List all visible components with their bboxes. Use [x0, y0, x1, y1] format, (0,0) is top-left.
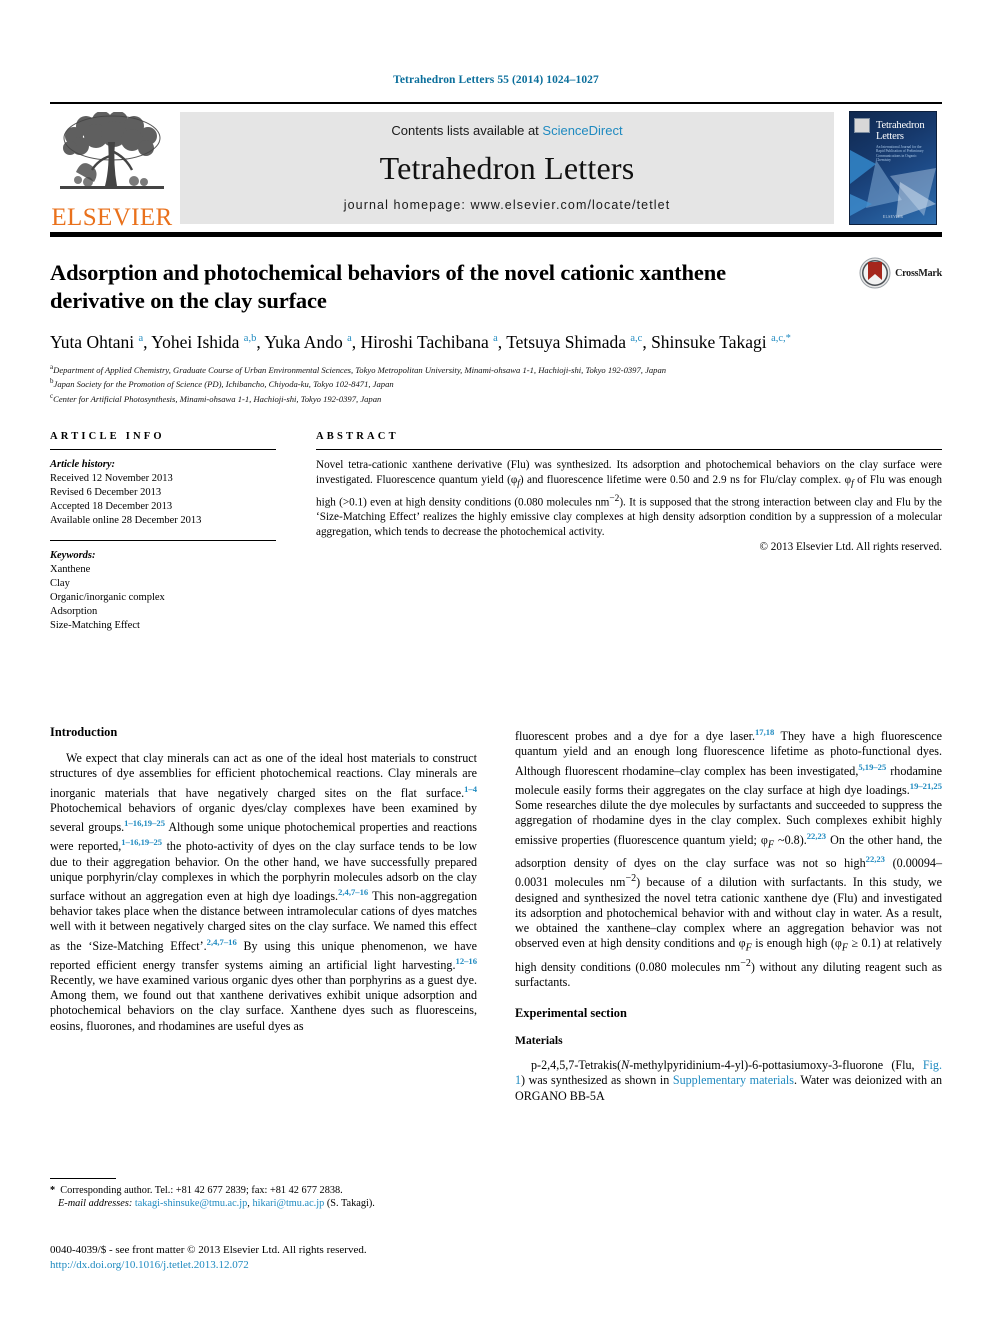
info-divider — [50, 449, 276, 451]
journal-cover-thumbnail: Tetrahedron Letters An International Jour… — [844, 104, 942, 232]
elsevier-logo: ELSEVIER — [50, 104, 174, 232]
elsevier-wordmark: ELSEVIER — [51, 204, 173, 231]
elsevier-tree-icon — [60, 112, 164, 189]
crossmark-badge[interactable]: CrossMark — [859, 257, 942, 289]
history-item: Revised 6 December 2013 — [50, 487, 162, 499]
introduction-heading: Introduction — [50, 725, 118, 740]
page-title: Adsorption and photochemical behaviors o… — [50, 260, 726, 313]
email-note[interactable]: E-mail addresses: takagi-shinsuke@tmu.ac… — [50, 1197, 478, 1210]
issn-copyright-block: 0040-4039/$ - see front matter © 2013 El… — [50, 1243, 510, 1272]
cover-subtitle: An International Journal for the Rapid P… — [876, 145, 924, 163]
cover-badge-icon — [854, 118, 870, 133]
masthead-center-panel: Contents lists available at ScienceDirec… — [180, 112, 834, 224]
intro-paragraph-2: fluorescent probes and a dye for a dye l… — [515, 727, 943, 990]
abstract-text: Novel tetra-cationic xanthene derivative… — [316, 459, 943, 538]
history-item: Received 12 November 2013 — [50, 473, 173, 485]
abstract-column: ABSTRACT Novel tetra-cationic xanthene d… — [316, 431, 942, 633]
doi-link[interactable]: http://dx.doi.org/10.1016/j.tetlet.2013.… — [50, 1258, 510, 1273]
journal-masthead: ELSEVIER Contents lists available at Sci… — [50, 102, 942, 232]
cover-title: Tetrahedron Letters — [876, 120, 925, 142]
crossmark-label: CrossMark — [895, 267, 942, 279]
contents-prefix: Contents lists available at — [391, 123, 543, 138]
cover-publisher: ELSEVIER — [882, 215, 904, 219]
abstract-copyright: © 2013 Elsevier Ltd. All rights reserved… — [759, 541, 943, 554]
affiliation: aDepartment of Applied Chemistry, Gradua… — [50, 362, 667, 375]
article-info-label: ARTICLE INFO — [50, 431, 165, 443]
keywords-divider — [50, 540, 276, 542]
title-block: Adsorption and photochemical behaviors o… — [50, 237, 942, 405]
footnote-area: * Corresponding author. Tel.: +81 42 677… — [50, 1178, 478, 1210]
materials-heading: Materials — [515, 1034, 563, 1048]
keyword-item: Adsorption — [50, 606, 98, 618]
abstract-label: ABSTRACT — [316, 431, 399, 443]
crossmark-icon — [859, 257, 891, 289]
abstract-divider — [316, 449, 942, 451]
paper-page: Tetrahedron Letters 55 (2014) 1024–1027 — [0, 0, 992, 1323]
info-abstract-row: ARTICLE INFO Article history: Received 1… — [50, 431, 942, 633]
cover-image: Tetrahedron Letters An International Jour… — [849, 111, 937, 225]
article-history-title: Article history: — [50, 459, 116, 471]
history-item: Available online 28 December 2013 — [50, 515, 202, 527]
keywords-list: Xanthene Clay Organic/inorganic complex Ads… — [50, 563, 276, 633]
body-columns: Introduction We expect that clay mineral… — [50, 725, 942, 1114]
running-head: Tetrahedron Letters 55 (2014) 1024–1027 — [393, 74, 599, 86]
intro-paragraph-1: We expect that clay minerals can act as … — [50, 751, 477, 1033]
keyword-item: Clay — [50, 578, 70, 590]
right-column: fluorescent probes and a dye for a dye l… — [515, 725, 942, 1114]
keyword-item: Size-Matching Effect — [50, 620, 140, 632]
keyword-item: Xanthene — [50, 564, 91, 576]
journal-homepage[interactable]: journal homepage: www.elsevier.com/locat… — [344, 198, 671, 212]
left-column: Introduction We expect that clay mineral… — [50, 725, 477, 1114]
issn-line: 0040-4039/$ - see front matter © 2013 El… — [50, 1244, 367, 1256]
corresponding-author-note: * Corresponding author. Tel.: +81 42 677… — [50, 1185, 343, 1196]
keywords-title: Keywords: — [50, 550, 96, 562]
footnote-rule — [50, 1178, 116, 1179]
materials-paragraph: p-2,4,5,7-Tetrakis(N-methylpyridinium-4-… — [515, 1058, 942, 1103]
article-history-list: Received 12 November 2013 Revised 6 Decem… — [50, 472, 276, 528]
sciencedirect-link[interactable]: ScienceDirect — [542, 123, 622, 138]
history-item: Accepted 18 December 2013 — [50, 501, 173, 513]
affiliation-list: aDepartment of Applied Chemistry, Gradua… — [50, 362, 942, 405]
author-list: Yuta Ohtani a, Yohei Ishida a,b, Yuka An… — [50, 331, 791, 352]
keyword-item: Organic/inorganic complex — [50, 592, 165, 604]
article-info-column: ARTICLE INFO Article history: Received 1… — [50, 431, 276, 633]
experimental-heading: Experimental section — [515, 1006, 627, 1021]
affiliation: bJapan Society for the Promotion of Scie… — [50, 377, 394, 390]
affiliation: cCenter for Artificial Photosynthesis, M… — [50, 391, 382, 404]
journal-title: Tetrahedron Letters — [379, 149, 635, 186]
contents-available-line: Contents lists available at ScienceDirec… — [391, 123, 622, 138]
